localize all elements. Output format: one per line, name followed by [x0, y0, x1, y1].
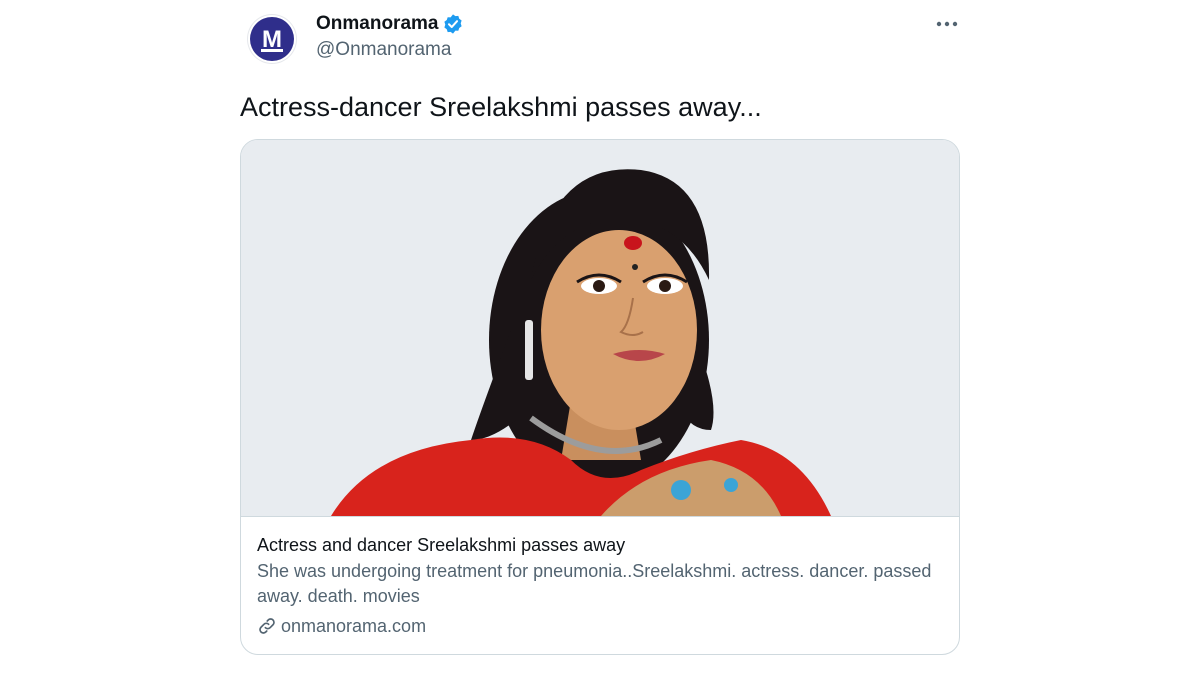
card-domain[interactable]: onmanorama.com: [257, 614, 947, 638]
author-name[interactable]: Onmanorama: [316, 12, 438, 36]
card-title[interactable]: Actress and dancer Sreelakshmi passes aw…: [257, 533, 947, 557]
card-description: She was undergoing treatment for pneumon…: [257, 561, 932, 606]
verified-badge-icon: [444, 14, 463, 34]
card-domain-text[interactable]: onmanorama.com: [281, 614, 426, 638]
onmanorama-logo: M: [250, 17, 294, 61]
author-name-row[interactable]: Onmanorama: [316, 12, 464, 36]
card-body[interactable]: Actress and dancer Sreelakshmi passes aw…: [257, 533, 947, 638]
more-options-icon: [936, 21, 958, 27]
link-preview-card[interactable]: Actress and dancer Sreelakshmi passes aw…: [240, 139, 960, 655]
more-options-button[interactable]: [930, 12, 964, 36]
avatar[interactable]: M: [248, 15, 296, 63]
avatar-letter: M: [262, 26, 282, 53]
card-photo: [241, 140, 959, 516]
card-image[interactable]: [241, 140, 959, 517]
tweet: M Onmanorama @Onmanorama Actress-dancer …: [240, 0, 960, 675]
author-handle[interactable]: @Onmanorama: [316, 38, 451, 62]
link-icon: [259, 618, 275, 634]
tweet-text: Actress-dancer Sreelakshmi passes away..…: [240, 92, 762, 122]
